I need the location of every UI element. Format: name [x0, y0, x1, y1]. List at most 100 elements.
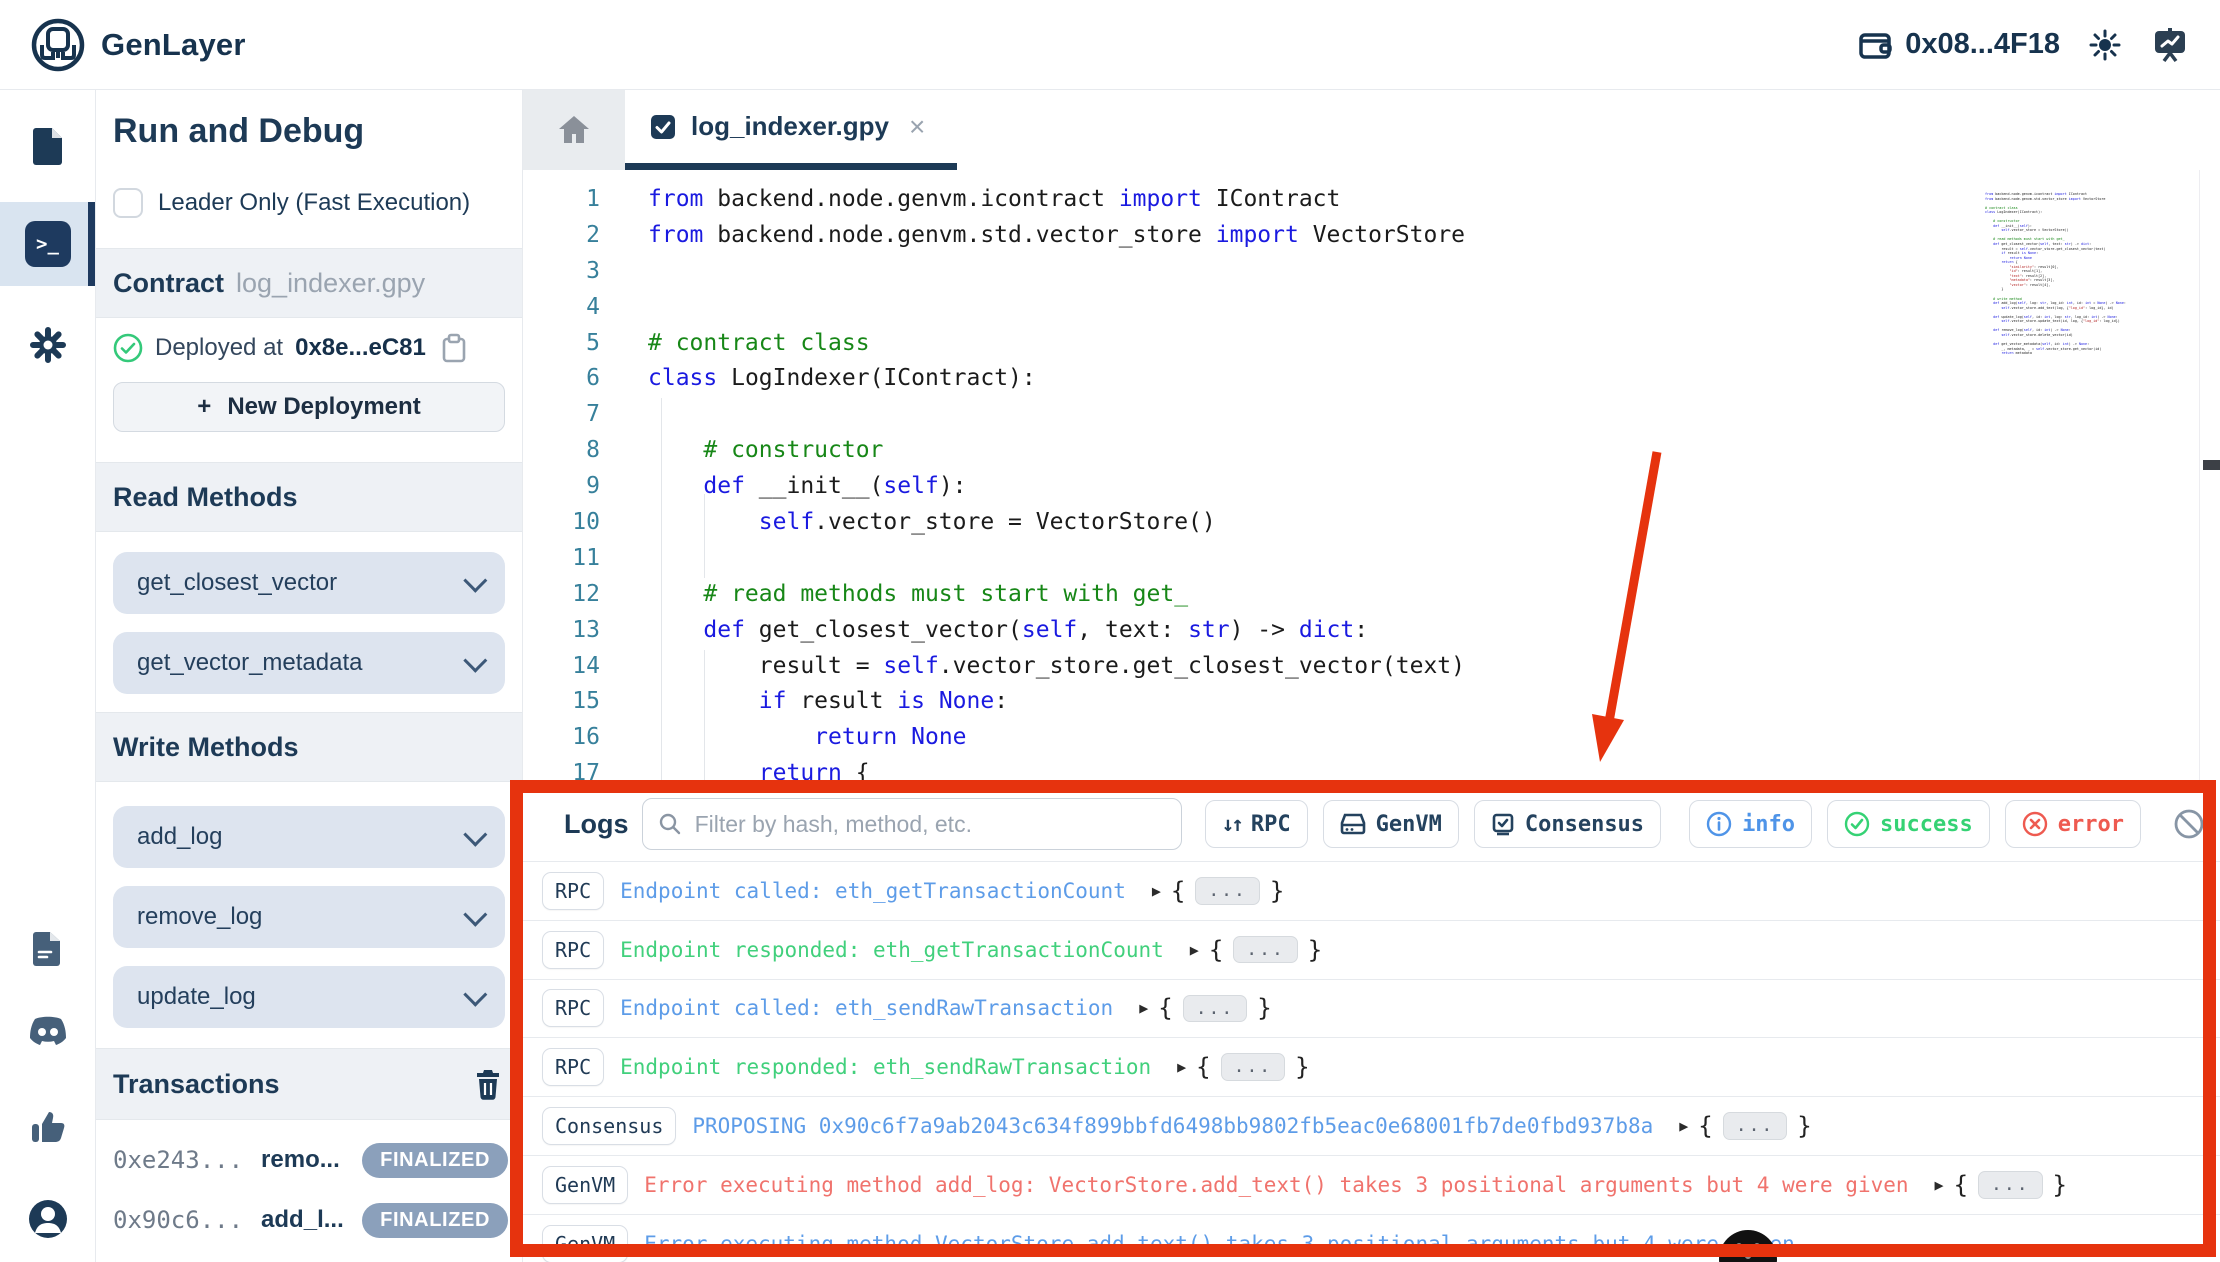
code-text: return {: [758, 760, 870, 787]
theme-toggle-sun-icon[interactable]: [2088, 28, 2122, 62]
line-number: 15: [572, 688, 600, 715]
ballot-check-icon: [1491, 812, 1515, 836]
app-header: GenLayer 0x08...4F18: [0, 0, 2220, 90]
server-icon: [1340, 812, 1366, 836]
collapsed-dots[interactable]: ...: [1978, 1171, 2043, 1199]
deployed-row: Deployed at 0x8e...eC81: [113, 333, 508, 363]
clear-logs-ban-icon[interactable]: [2172, 807, 2206, 841]
active-indicator: [88, 202, 95, 286]
log-row[interactable]: RPC Endpoint called: eth_sendRawTransact…: [522, 978, 2220, 1038]
info-circle-icon: [1706, 811, 1732, 837]
log-row[interactable]: GenVM Error executing method add_log: Ve…: [522, 1154, 2220, 1214]
run-debug-panel: Run and Debug Leader Only (Fast Executio…: [95, 90, 523, 1262]
log-expander[interactable]: ▶ { ... }: [1152, 877, 1284, 905]
filter-success-button[interactable]: success: [1827, 800, 1990, 848]
line-number: 14: [572, 652, 600, 679]
code-text: if result is None:: [758, 688, 1009, 715]
code-text: from backend.node.genvm.std.vector_store…: [648, 221, 1466, 248]
filter-rpc-button[interactable]: ↓↑ RPC: [1204, 800, 1308, 848]
line-number: 12: [572, 580, 600, 607]
leader-only-checkbox[interactable]: [113, 188, 143, 218]
chevron-down-icon: [463, 568, 488, 593]
brand[interactable]: GenLayer: [30, 17, 246, 73]
line-number: 13: [572, 616, 600, 643]
line-number: 2: [586, 221, 600, 248]
line-number: 5: [586, 329, 600, 356]
code-line: 17 return {: [522, 756, 2220, 787]
collapsed-dots[interactable]: ...: [1722, 1112, 1788, 1140]
rail-docs-item[interactable]: [0, 930, 95, 968]
document-icon: [32, 932, 60, 966]
editor-area: log_indexer.gpy × 1 from backend.node.gen…: [522, 90, 2220, 1262]
method-accordion-add-log[interactable]: add_log: [113, 806, 505, 868]
log-row[interactable]: Consensus PROPOSING 0x90c6f7a9ab2043c634…: [522, 1096, 2220, 1155]
code-text: result = self.vector_store.get_closest_v…: [648, 652, 1465, 679]
chevron-down-icon: [1736, 1243, 1760, 1259]
panel-title: Run and Debug: [113, 112, 365, 150]
user-avatar-icon: [28, 1200, 67, 1238]
rail-feedback-item[interactable]: [0, 1108, 95, 1144]
log-expander[interactable]: ▶ { ... }: [1679, 1112, 1811, 1140]
collapsed-dots[interactable]: ...: [1195, 877, 1260, 905]
method-accordion-remove-log[interactable]: remove_log: [113, 886, 505, 948]
read-methods-header: Read Methods: [95, 462, 522, 532]
code-line: 12 # read methods must start with get_: [522, 577, 2220, 613]
rail-files-item[interactable]: [0, 126, 95, 166]
code-viewport[interactable]: 1 from backend.node.genvm.icontract impor…: [522, 170, 2220, 787]
transaction-row[interactable]: 0x90c6... add_l... FINALIZED: [113, 1198, 508, 1242]
chevron-down-icon: [463, 902, 488, 927]
wallet-address: 0x08...4F18: [1905, 28, 2060, 60]
rail-run-debug-item[interactable]: >_: [0, 202, 95, 286]
line-number: 6: [586, 365, 600, 392]
filter-info-button[interactable]: info: [1689, 800, 1813, 848]
collapsed-dots[interactable]: ...: [1182, 994, 1248, 1023]
rail-account-item[interactable]: [0, 1198, 95, 1240]
log-expander[interactable]: ▶ { ... }: [1139, 994, 1271, 1022]
chevron-down-icon: [463, 982, 488, 1007]
code-line: 1 from backend.node.genvm.icontract impor…: [522, 182, 2220, 218]
log-expander[interactable]: ▶ { ... }: [1935, 1171, 2067, 1199]
log-message: Error executing method add_log: VectorSt…: [644, 1172, 1909, 1197]
code-line: 3: [522, 254, 2220, 290]
log-row[interactable]: RPC Endpoint called: eth_getTransactionC…: [522, 861, 2220, 920]
collapsed-dots[interactable]: ...: [1220, 1053, 1286, 1082]
logs-filter-field[interactable]: [641, 798, 1182, 850]
minimap[interactable]: from backend.node.genvm.icontract import…: [1985, 192, 2197, 356]
log-source-badge: RPC: [542, 871, 605, 910]
log-expander[interactable]: ▶ { ... }: [1190, 936, 1322, 964]
home-tab[interactable]: [522, 90, 626, 170]
rail-discord-item[interactable]: [0, 1015, 95, 1049]
tab-log-indexer[interactable]: log_indexer.gpy ×: [625, 90, 957, 170]
code-line: 13 def get_closest_vector(self, text: st…: [522, 613, 2220, 649]
editor-scrollbar-thumb[interactable]: [2203, 460, 2220, 470]
code-line: 14 result = self.vector_store.get_closes…: [522, 649, 2220, 685]
rail-settings-item[interactable]: [0, 326, 95, 364]
copy-address-icon[interactable]: [440, 333, 468, 363]
transaction-row[interactable]: 0xe243... remo... FINALIZED: [113, 1138, 508, 1182]
tab-close-icon[interactable]: ×: [909, 112, 925, 141]
chevron-down-icon: [463, 822, 488, 847]
log-row[interactable]: RPC Endpoint responded: eth_getTransacti…: [522, 919, 2220, 979]
code-text: self.vector_store = VectorStore(): [758, 509, 1216, 536]
method-accordion-get-closest-vector[interactable]: get_closest_vector: [113, 552, 505, 614]
method-accordion-update-log[interactable]: update_log: [113, 966, 505, 1028]
new-deployment-button[interactable]: + New Deployment: [113, 382, 505, 432]
clear-transactions-trash-icon[interactable]: [474, 1068, 502, 1100]
line-number: 8: [586, 437, 600, 464]
filter-genvm-button[interactable]: GenVM: [1322, 800, 1459, 848]
collapsed-dots[interactable]: ...: [1233, 935, 1298, 964]
triangle-right-icon: ▶: [1934, 1175, 1944, 1194]
code-line: 2 from backend.node.genvm.std.vector_stor…: [522, 218, 2220, 254]
log-expander[interactable]: ▶ { ... }: [1177, 1053, 1309, 1081]
presentation-stats-icon[interactable]: [2150, 25, 2190, 65]
filter-error-button[interactable]: error: [2004, 800, 2141, 848]
wallet-address-button[interactable]: 0x08...4F18: [1857, 27, 2060, 63]
logs-filter-input[interactable]: [641, 798, 1182, 850]
filter-consensus-button[interactable]: Consensus: [1473, 800, 1662, 848]
log-row[interactable]: GenVM Error executing method VectorStore…: [522, 1213, 2220, 1262]
method-accordion-get-vector-metadata[interactable]: get_vector_metadata: [113, 632, 505, 694]
log-row[interactable]: RPC Endpoint responded: eth_sendRawTrans…: [522, 1037, 2220, 1096]
line-number: 11: [572, 544, 600, 571]
log-source-badge: RPC: [542, 930, 605, 969]
